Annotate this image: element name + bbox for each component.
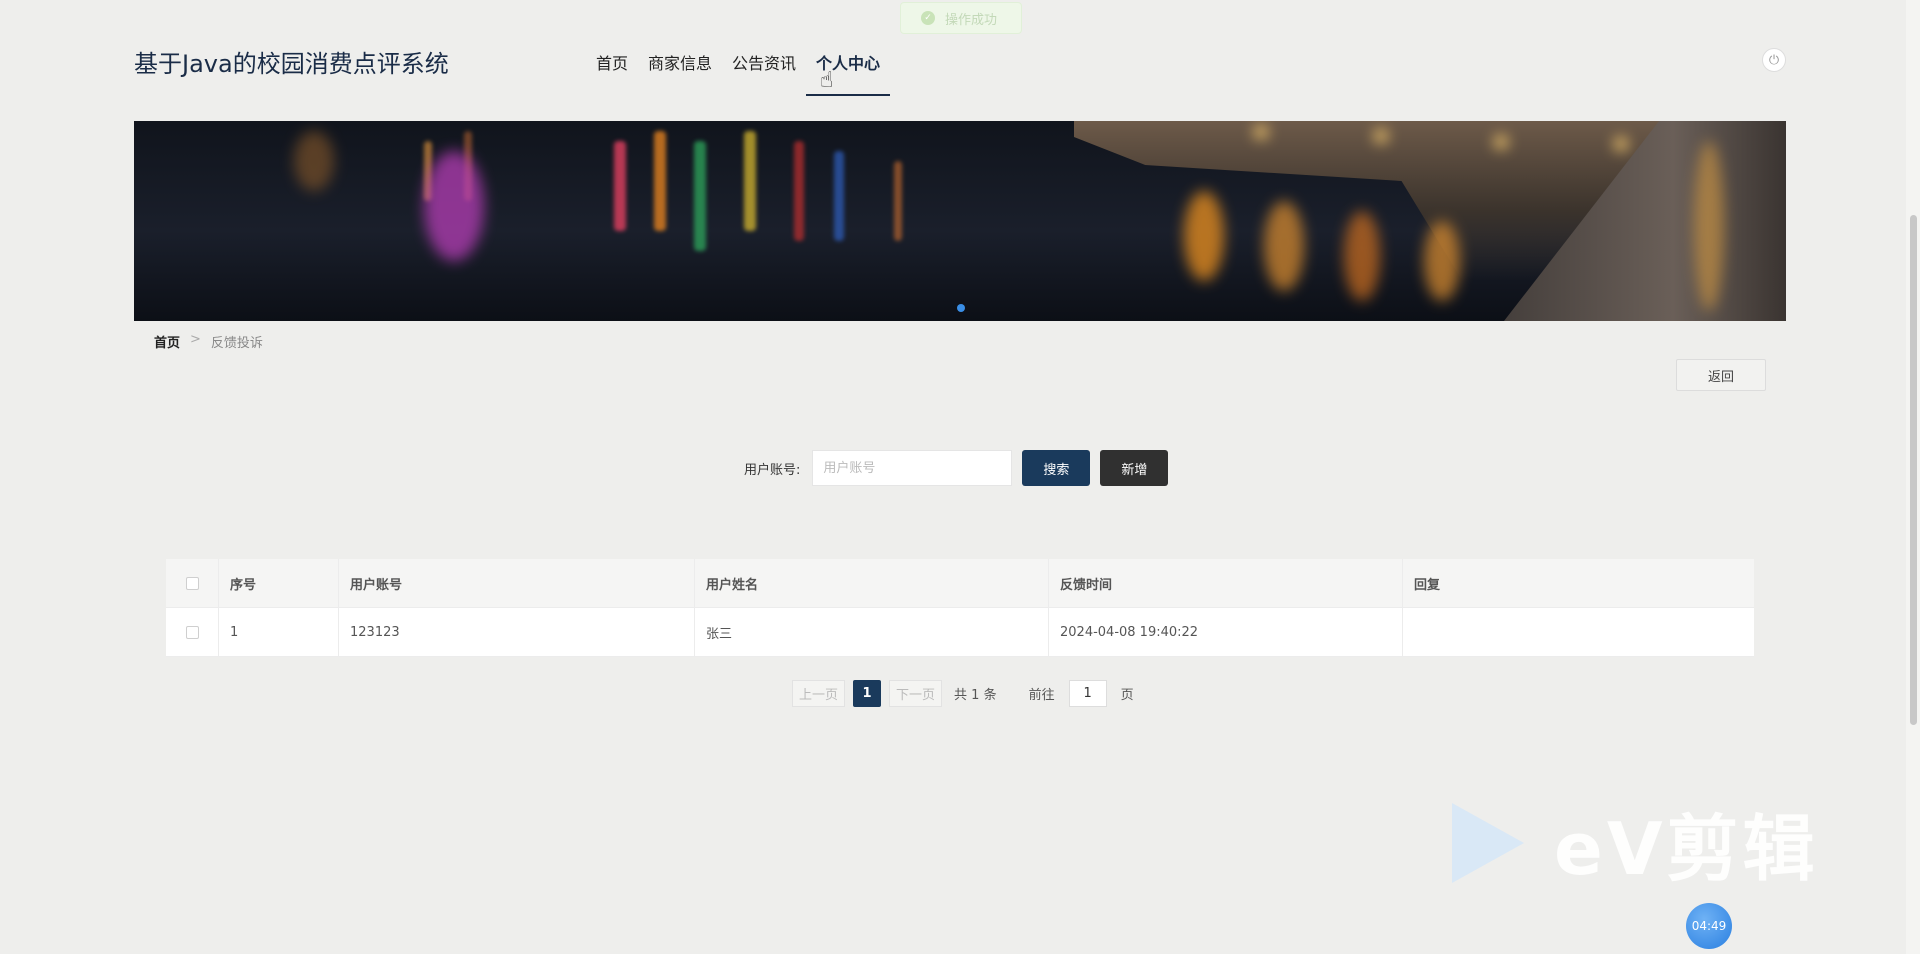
- pagination: 上一页 1 下一页 共 1 条 前往 页: [792, 680, 1134, 707]
- cell-time: 2024-04-08 19:40:22: [1049, 608, 1403, 656]
- goto-page-input[interactable]: [1068, 680, 1107, 707]
- column-header-index: 序号: [219, 559, 339, 607]
- feedback-table: 序号 用户账号 用户姓名 反馈时间 回复 1 123123 张三 2024-04…: [166, 559, 1754, 657]
- power-icon[interactable]: ⏻: [1762, 48, 1786, 72]
- cell-account: 123123: [339, 608, 695, 656]
- account-search-input[interactable]: [812, 450, 1013, 486]
- nav-personal-center[interactable]: 个人中心: [806, 40, 891, 96]
- table-row[interactable]: 1 123123 张三 2024-04-08 19:40:22: [166, 608, 1754, 657]
- column-header-account: 用户账号: [339, 559, 695, 607]
- site-title: 基于Java的校园消费点评系统: [134, 50, 449, 78]
- recording-timer[interactable]: 04:49: [1686, 903, 1732, 949]
- page-suffix: 页: [1120, 688, 1134, 703]
- cell-reply: [1403, 608, 1754, 656]
- breadcrumb-home[interactable]: 首页: [154, 332, 180, 351]
- cell-name: 张三: [695, 608, 1049, 656]
- nav-home[interactable]: 首页: [586, 40, 638, 96]
- scrollbar-thumb[interactable]: [1910, 215, 1917, 725]
- play-logo-icon: [1452, 802, 1524, 883]
- site-header: 基于Java的校园消费点评系统 首页 商家信息 公告资讯 个人中心 ⏻: [134, 0, 1786, 100]
- nav-announcements[interactable]: 公告资讯: [722, 40, 806, 96]
- breadcrumb: 首页 > 反馈投诉: [154, 332, 263, 351]
- row-checkbox[interactable]: [185, 625, 199, 639]
- next-page-button[interactable]: 下一页: [889, 680, 943, 707]
- search-label: 用户账号:: [744, 462, 801, 478]
- ev-watermark: eV剪辑: [1452, 790, 1819, 895]
- column-header-reply: 回复: [1414, 577, 1441, 593]
- select-all-cell: [166, 559, 219, 607]
- banner-carousel[interactable]: [134, 121, 1786, 321]
- nav-merchants[interactable]: 商家信息: [638, 40, 722, 96]
- column-header-time: 反馈时间: [1049, 559, 1403, 607]
- main-nav: 首页 商家信息 公告资讯 个人中心: [586, 40, 891, 96]
- hand-cursor-icon: ☝: [820, 68, 834, 93]
- search-bar: 用户账号: 搜索 新增: [744, 450, 1169, 486]
- add-button[interactable]: 新增: [1100, 450, 1169, 486]
- row-select-cell: [166, 608, 219, 656]
- page-number-current[interactable]: 1: [853, 680, 882, 707]
- total-count: 共 1 条: [954, 688, 997, 703]
- prev-page-button[interactable]: 上一页: [792, 680, 846, 707]
- back-button[interactable]: 返回: [1676, 359, 1766, 391]
- breadcrumb-separator: >: [190, 332, 201, 347]
- goto-label: 前往: [1028, 688, 1055, 703]
- search-button[interactable]: 搜索: [1022, 450, 1091, 486]
- cell-index: 1: [219, 608, 339, 656]
- select-all-checkbox[interactable]: [185, 576, 199, 590]
- breadcrumb-current: 反馈投诉: [210, 336, 263, 351]
- page-scrollbar[interactable]: [1906, 0, 1920, 954]
- carousel-indicator[interactable]: [957, 304, 965, 312]
- column-header-name: 用户姓名: [695, 559, 1049, 607]
- table-header-row: 序号 用户账号 用户姓名 反馈时间 回复: [166, 559, 1754, 608]
- watermark-text: eV剪辑: [1554, 807, 1819, 891]
